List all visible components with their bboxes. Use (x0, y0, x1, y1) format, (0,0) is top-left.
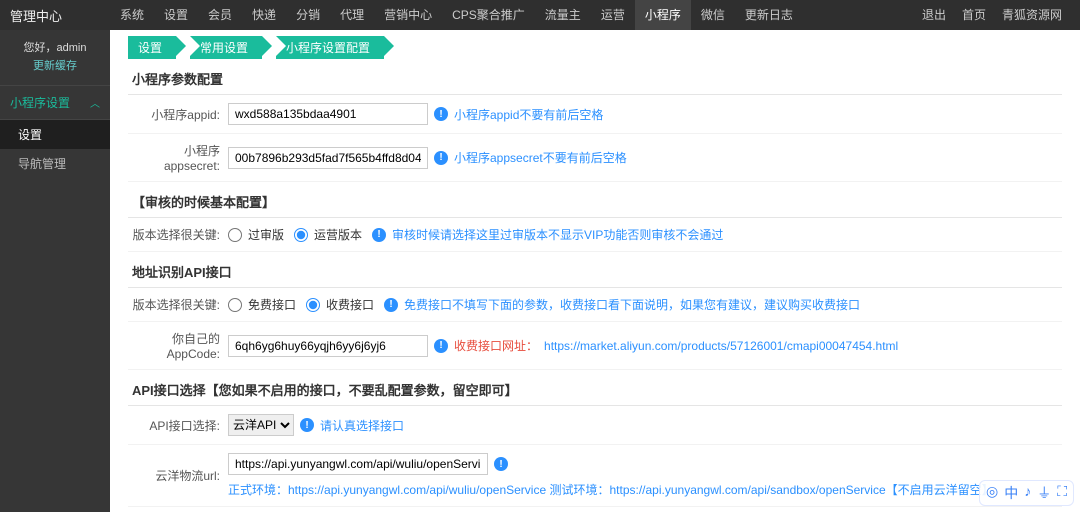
nav-right-item[interactable]: 青狐资源网 (994, 0, 1070, 30)
row-yunyang-url: 云洋物流url: ! 正式环境：https://api.yunyangwl.co… (128, 445, 1062, 507)
tool-icon[interactable]: ◎ (986, 483, 998, 503)
label: API接口选择: (128, 417, 228, 434)
radio-label: 免费接口 (248, 296, 296, 313)
info-icon: ! (384, 298, 398, 312)
nav-item[interactable]: 微信 (691, 0, 735, 30)
hint-text: 免费接口不填写下面的参数，收费接口看下面说明，如果您有建议，建议购买收费接口 (404, 296, 860, 313)
nav-item[interactable]: 分销 (286, 0, 330, 30)
section-audit: 【审核的时候基本配置】 版本选择很关键: 过审版 运营版本 ! 审核时候请选择这… (128, 186, 1062, 252)
tool-icon[interactable]: ♪ (1024, 483, 1031, 503)
label: 小程序appid: (128, 106, 228, 123)
nav-item[interactable]: 小程序 (635, 0, 691, 30)
info-icon: ! (494, 457, 508, 471)
sidebar-item[interactable]: 导航管理 (0, 149, 110, 178)
nav-item[interactable]: 系统 (110, 0, 154, 30)
container: 您好，admin 更新缓存 小程序设置 ︿ 设置导航管理 设置常用设置小程序设置… (0, 30, 1080, 512)
appsecret-input[interactable] (228, 147, 428, 169)
appcode-input[interactable] (228, 335, 428, 357)
info-icon: ! (300, 418, 314, 432)
breadcrumb-item[interactable]: 设置 (128, 36, 176, 59)
info-icon: ! (434, 151, 448, 165)
appid-input[interactable] (228, 103, 428, 125)
row-appid: 小程序appid: ! 小程序appid不要有前后空格 (128, 95, 1062, 134)
nav-item[interactable]: CPS聚合推广 (442, 0, 535, 30)
sidebar-hello: 您好，admin 更新缓存 (0, 30, 110, 85)
row-appcode: 你自己的AppCode: ! 收费接口网址： https://market.al… (128, 322, 1062, 370)
radio-label: 收费接口 (326, 296, 374, 313)
info-icon: ! (434, 339, 448, 353)
radio-operate-version[interactable] (294, 228, 308, 242)
radio-label: 过审版 (248, 226, 284, 243)
tool-icon[interactable]: 中 (1004, 483, 1018, 503)
nav-item[interactable]: 营销中心 (374, 0, 442, 30)
section-title: API接口选择【您如果不启用的接口，不要乱配置参数，留空即可】 (128, 374, 1062, 406)
sidebar-group-miniprogram[interactable]: 小程序设置 ︿ (0, 85, 110, 120)
section-api-select: API接口选择【您如果不启用的接口，不要乱配置参数，留空即可】 API接口选择:… (128, 374, 1062, 512)
hint-text: 审核时候请选择这里过审版本不显示VIP功能否则审核不会通过 (392, 226, 723, 243)
brand: 管理中心 (10, 6, 110, 25)
row-version-key: 版本选择很关键: 过审版 运营版本 ! 审核时候请选择这里过审版本不显示VIP功… (128, 218, 1062, 252)
section-params: 小程序参数配置 小程序appid: ! 小程序appid不要有前后空格 小程序a… (128, 63, 1062, 182)
nav-right-item[interactable]: 退出 (914, 0, 954, 30)
hint-text: 小程序appsecret不要有前后空格 (454, 149, 627, 166)
nav-item[interactable]: 运营 (591, 0, 635, 30)
label: 版本选择很关键: (128, 226, 228, 243)
nav-item[interactable]: 流量主 (535, 0, 591, 30)
label: 版本选择很关键: (128, 296, 228, 313)
hello-text: 您好，admin (24, 42, 87, 54)
nav-item[interactable]: 会员 (198, 0, 242, 30)
nav-item[interactable]: 设置 (154, 0, 198, 30)
radio-label: 运营版本 (314, 226, 362, 243)
sidebar-group-label: 小程序设置 (10, 94, 70, 111)
section-address-api: 地址识别API接口 版本选择很关键: 免费接口 收费接口 ! 免费接口不填写下面… (128, 256, 1062, 370)
label: 你自己的AppCode: (128, 330, 228, 361)
label: 云洋物流url: (128, 467, 228, 484)
top-right: 退出首页青狐资源网 (914, 0, 1070, 30)
hint-text: 小程序appid不要有前后空格 (454, 106, 603, 123)
section-title: 小程序参数配置 (128, 63, 1062, 95)
top-nav: 系统设置会员快递分销代理营销中心CPS聚合推广流量主运营小程序微信更新日志 (110, 0, 914, 30)
row-appsecret: 小程序appsecret: ! 小程序appsecret不要有前后空格 (128, 134, 1062, 182)
label: 小程序appsecret: (128, 142, 228, 173)
nav-right-item[interactable]: 首页 (954, 0, 994, 30)
section-title: 地址识别API接口 (128, 256, 1062, 288)
api-select[interactable]: 云洋API (228, 414, 294, 436)
refresh-cache-link[interactable]: 更新缓存 (8, 58, 102, 76)
breadcrumb-item[interactable]: 小程序设置配置 (276, 36, 384, 59)
yunyang-url-input[interactable] (228, 453, 488, 475)
tool-icon[interactable]: ⛶ (1057, 483, 1067, 503)
row-yunyang-appid: 云洋物流APPID: ! 云洋物流平台方提供的独立的appid，作为唯一接入认证… (128, 507, 1062, 512)
row-api-select: API接口选择: 云洋API ! 请认真选择接口 (128, 406, 1062, 445)
breadcrumb-item[interactable]: 常用设置 (190, 36, 262, 59)
nav-item[interactable]: 快递 (242, 0, 286, 30)
section-title: 【审核的时候基本配置】 (128, 186, 1062, 218)
nav-item[interactable]: 代理 (330, 0, 374, 30)
radio-paid-api[interactable] (306, 298, 320, 312)
sidebar: 您好，admin 更新缓存 小程序设置 ︿ 设置导航管理 (0, 30, 110, 512)
row-api-version: 版本选择很关键: 免费接口 收费接口 ! 免费接口不填写下面的参数，收费接口看下… (128, 288, 1062, 322)
tool-icon[interactable]: ⏚ (1037, 483, 1051, 503)
info-icon: ! (434, 107, 448, 121)
breadcrumb: 设置常用设置小程序设置配置 (128, 36, 1080, 59)
hint-link: https://market.aliyun.com/products/57126… (544, 339, 898, 353)
hint-text: 正式环境：https://api.yunyangwl.com/api/wuliu… (228, 481, 994, 498)
nav-item[interactable]: 更新日志 (735, 0, 803, 30)
sidebar-item[interactable]: 设置 (0, 120, 110, 149)
info-icon: ! (372, 228, 386, 242)
float-toolbar: ◎ 中 ♪ ⏚ ⛶ (979, 480, 1074, 506)
main-content: 设置常用设置小程序设置配置 小程序参数配置 小程序appid: ! 小程序app… (110, 30, 1080, 512)
radio-free-api[interactable] (228, 298, 242, 312)
radio-audit-version[interactable] (228, 228, 242, 242)
hint-text: 请认真选择接口 (320, 417, 404, 434)
hint-prefix: 收费接口网址： (454, 337, 538, 354)
top-bar: 管理中心 系统设置会员快递分销代理营销中心CPS聚合推广流量主运营小程序微信更新… (0, 0, 1080, 30)
chevron-up-icon: ︿ (90, 95, 100, 110)
